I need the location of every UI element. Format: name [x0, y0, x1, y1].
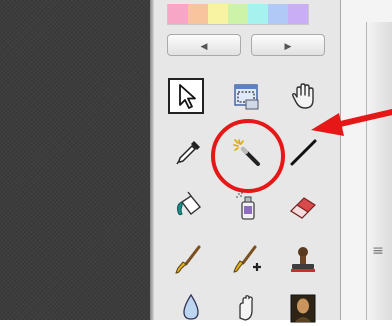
select-tool[interactable] — [168, 78, 204, 114]
eraser-tool[interactable] — [285, 188, 321, 224]
magic-wand-tool[interactable] — [229, 134, 265, 170]
marquee-select-icon — [234, 84, 259, 110]
spray-can-icon — [236, 192, 255, 220]
color-swatch-6[interactable] — [268, 4, 288, 24]
palette-next-button[interactable]: ▶ — [251, 34, 325, 56]
paint-bucket-tool[interactable] — [171, 188, 207, 224]
line-icon — [290, 139, 317, 166]
color-swatch-2[interactable] — [188, 4, 208, 24]
brush-plus-tool[interactable] — [229, 242, 265, 278]
spray-can-tool[interactable] — [229, 188, 265, 224]
smudge-icon — [239, 295, 253, 321]
palette-prev-button[interactable]: ◀ — [167, 34, 241, 56]
color-swatch-7[interactable] — [288, 4, 308, 24]
canvas-area — [0, 0, 150, 320]
marquee-tool[interactable] — [229, 78, 265, 114]
smudge-tool[interactable] — [229, 290, 265, 326]
hand-icon — [292, 83, 314, 109]
magic-wand-icon — [233, 139, 260, 166]
right-arrow-icon: ▶ — [284, 41, 292, 51]
drop-icon — [183, 293, 199, 320]
color-swatch-4[interactable] — [228, 4, 248, 24]
line-tool[interactable] — [285, 134, 321, 170]
paint-bucket-icon — [177, 191, 201, 216]
color-swatch-1[interactable] — [168, 4, 188, 24]
color-palette — [167, 4, 309, 25]
brush-icon — [175, 245, 201, 274]
color-swatch-3[interactable] — [208, 4, 228, 24]
brush-tool[interactable] — [170, 242, 206, 278]
brush-plus-icon — [233, 245, 261, 273]
eyedropper-tool[interactable] — [171, 134, 207, 170]
select-arrow-icon — [179, 84, 196, 109]
vertical-scrollbar[interactable] — [366, 22, 392, 320]
stamp-tool[interactable] — [285, 242, 321, 278]
eyedropper-icon — [176, 141, 200, 165]
stamp-icon — [291, 247, 315, 272]
color-swatch-5[interactable] — [248, 4, 268, 24]
eraser-icon — [290, 197, 316, 219]
left-arrow-icon: ◀ — [200, 41, 208, 51]
blur-tool[interactable] — [173, 290, 209, 326]
scroll-grip-icon[interactable]: ≡ — [371, 244, 385, 258]
portrait-icon — [290, 294, 316, 323]
image-tool[interactable] — [285, 290, 321, 326]
hand-tool[interactable] — [286, 78, 322, 114]
